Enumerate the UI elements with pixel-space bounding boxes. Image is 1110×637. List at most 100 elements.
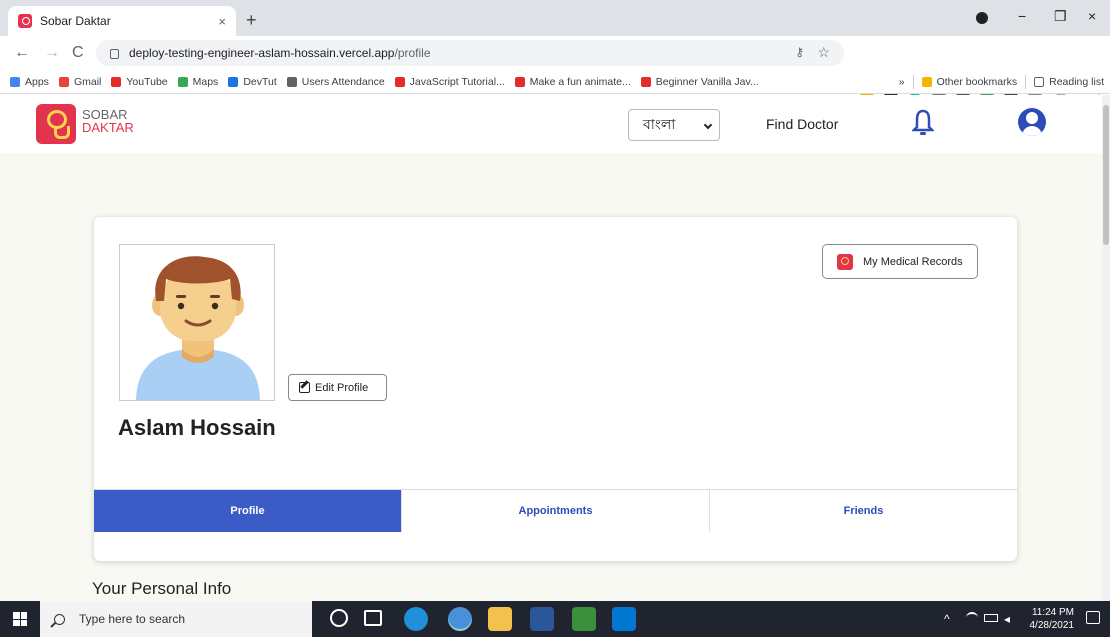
bookmark-favicon-icon — [228, 76, 239, 87]
edge-icon[interactable] — [404, 607, 428, 631]
bookmark-favicon-icon — [394, 76, 405, 87]
language-select[interactable]: বাংলা — [628, 109, 720, 141]
bookmark-javascript-tutorial[interactable]: JavaScript Tutorial... — [394, 75, 505, 88]
profile-name: Aslam Hossain — [118, 415, 276, 440]
user-account-icon[interactable] — [1018, 108, 1046, 136]
restore-button[interactable]: ❐ — [1054, 8, 1067, 25]
key-icon[interactable]: ⚷ — [795, 45, 804, 59]
language-app-icon[interactable] — [572, 607, 596, 631]
bookmark-favicon-icon — [514, 76, 525, 87]
bookmark-label: Maps — [192, 75, 219, 88]
bookmark-favicon-icon — [177, 76, 188, 87]
reload-icon[interactable]: C — [72, 44, 84, 62]
tray-chevron-icon[interactable]: ^ — [944, 612, 950, 626]
bookmark-star-icon[interactable]: ☆ — [817, 44, 830, 61]
lock-icon — [110, 49, 119, 59]
taskbar-search-input[interactable]: Type here to search — [40, 601, 312, 637]
bookmark-label: Apps — [25, 75, 49, 88]
battery-icon[interactable] — [984, 614, 998, 622]
bookmark-make-a-fun-animate[interactable]: Make a fun animate... — [514, 75, 631, 88]
file-explorer-icon[interactable] — [488, 607, 512, 631]
url-bar[interactable]: deploy-testing-engineer-aslam-hossain.ve… — [96, 40, 844, 66]
clock-date: 4/28/2021 — [1029, 620, 1075, 631]
bookmark-favicon-icon — [111, 76, 122, 87]
brand-logo-text[interactable]: SOBAR DAKTAR — [82, 108, 134, 134]
url-host: deploy-testing-engineer-aslam-hossain.ve… — [129, 46, 395, 60]
system-clock[interactable]: 11:24 PM 4/28/2021 — [1030, 606, 1075, 632]
medical-records-button[interactable]: My Medical Records — [822, 244, 978, 279]
tab-friends[interactable]: Friends — [710, 490, 1017, 532]
bookmark-label: Users Attendance — [301, 75, 385, 88]
forward-icon[interactable]: → — [44, 44, 60, 62]
edit-profile-label: Edit Profile — [315, 381, 369, 394]
edit-profile-button[interactable]: Edit Profile — [288, 374, 387, 401]
bookmark-apps[interactable]: Apps — [10, 76, 49, 88]
url-path: /profile — [394, 46, 431, 60]
site-navbar: SOBAR DAKTAR বাংলা Find Doctor — [0, 95, 1102, 153]
close-window-button[interactable]: × — [1088, 8, 1096, 24]
browser-tab[interactable]: Sobar Daktar × — [8, 6, 236, 36]
tab-appointments[interactable]: Appointments — [402, 490, 710, 532]
tab-close-icon[interactable]: × — [218, 14, 226, 29]
reading-list-icon — [1034, 77, 1045, 87]
logo-line-2: DAKTAR — [82, 120, 134, 135]
minimize-button[interactable]: − — [1018, 8, 1026, 24]
bookmark-label: DevTut — [243, 75, 277, 88]
section-title-personal-info: Your Personal Info — [92, 579, 232, 598]
bookmark-favicon-icon — [10, 76, 20, 87]
tab-title: Sobar Daktar — [40, 14, 111, 28]
notification-center-icon[interactable] — [1086, 611, 1100, 624]
bookmark-favicon-icon — [640, 76, 651, 87]
browser-tab-strip: Sobar Daktar × + − ❐ × — [0, 0, 1110, 36]
other-bookmarks-label: Other bookmarks — [936, 76, 1018, 88]
medical-records-label: My Medical Records — [863, 255, 963, 268]
page-viewport: SOBAR DAKTAR বাংলা Find Doctor Edit Prof… — [0, 95, 1102, 601]
notification-bell-icon[interactable] — [912, 108, 934, 136]
reading-list-button[interactable]: Reading list — [1034, 76, 1104, 88]
bookmark-label: Make a fun animate... — [529, 75, 631, 88]
new-tab-button[interactable]: + — [246, 10, 257, 31]
wifi-icon[interactable] — [966, 612, 978, 624]
bookmarks-bar: Apps Gmail YouTube Maps DevTut Users Attendan… — [0, 70, 1110, 94]
profile-avatar — [119, 244, 275, 401]
clock-time: 11:24 PM — [1031, 607, 1074, 618]
bookmarks-overflow-button[interactable]: » — [899, 76, 905, 88]
taskbar-search-placeholder: Type here to search — [79, 612, 186, 626]
bookmark-label: Gmail — [73, 75, 102, 88]
bookmark-users-attendance[interactable]: Users Attendance — [286, 75, 385, 88]
bookmark-label: Beginner Vanilla Jav... — [655, 75, 759, 88]
chevron-down-icon — [703, 120, 713, 130]
site-favicon-icon — [18, 14, 32, 28]
other-bookmarks-folder[interactable]: Other bookmarks — [921, 76, 1018, 88]
vscode-icon[interactable] — [612, 607, 636, 631]
bookmark-youtube[interactable]: YouTube — [111, 75, 168, 88]
folder-icon — [921, 77, 932, 87]
bookmark-devtut[interactable]: DevTut — [228, 75, 277, 88]
cortana-icon[interactable] — [330, 609, 348, 627]
bookmark-maps[interactable]: Maps — [177, 75, 219, 88]
profile-tabs: Profile Appointments Friends — [94, 489, 1017, 532]
back-icon[interactable]: ← — [14, 44, 30, 62]
search-icon — [54, 613, 65, 625]
bookmark-beginner-vanilla-jav[interactable]: Beginner Vanilla Jav... — [640, 75, 759, 88]
edit-icon — [299, 382, 310, 393]
reading-list-label: Reading list — [1049, 76, 1104, 88]
bookmark-favicon-icon — [286, 76, 297, 87]
page-scrollbar[interactable] — [1102, 95, 1110, 601]
bookmark-label: JavaScript Tutorial... — [409, 75, 505, 88]
scrollbar-thumb[interactable] — [1103, 105, 1109, 245]
windows-taskbar: Type here to search ^ ◂ 11:24 PM 4/28/20… — [0, 601, 1110, 637]
chrome-icon[interactable] — [448, 607, 472, 631]
word-icon[interactable] — [530, 607, 554, 631]
address-toolbar: ← → C deploy-testing-engineer-aslam-hoss… — [0, 36, 1110, 96]
avatar-illustration-icon — [136, 256, 260, 400]
tab-profile[interactable]: Profile — [94, 490, 402, 532]
volume-icon[interactable]: ◂ — [1004, 612, 1010, 626]
task-view-icon[interactable] — [364, 610, 382, 626]
bookmark-gmail[interactable]: Gmail — [58, 75, 102, 88]
find-doctor-link[interactable]: Find Doctor — [766, 116, 838, 132]
windows-start-icon[interactable] — [0, 601, 40, 637]
brand-logo-icon[interactable] — [36, 104, 76, 144]
bookmark-label: YouTube — [126, 75, 168, 88]
profile-icon[interactable] — [976, 12, 988, 24]
